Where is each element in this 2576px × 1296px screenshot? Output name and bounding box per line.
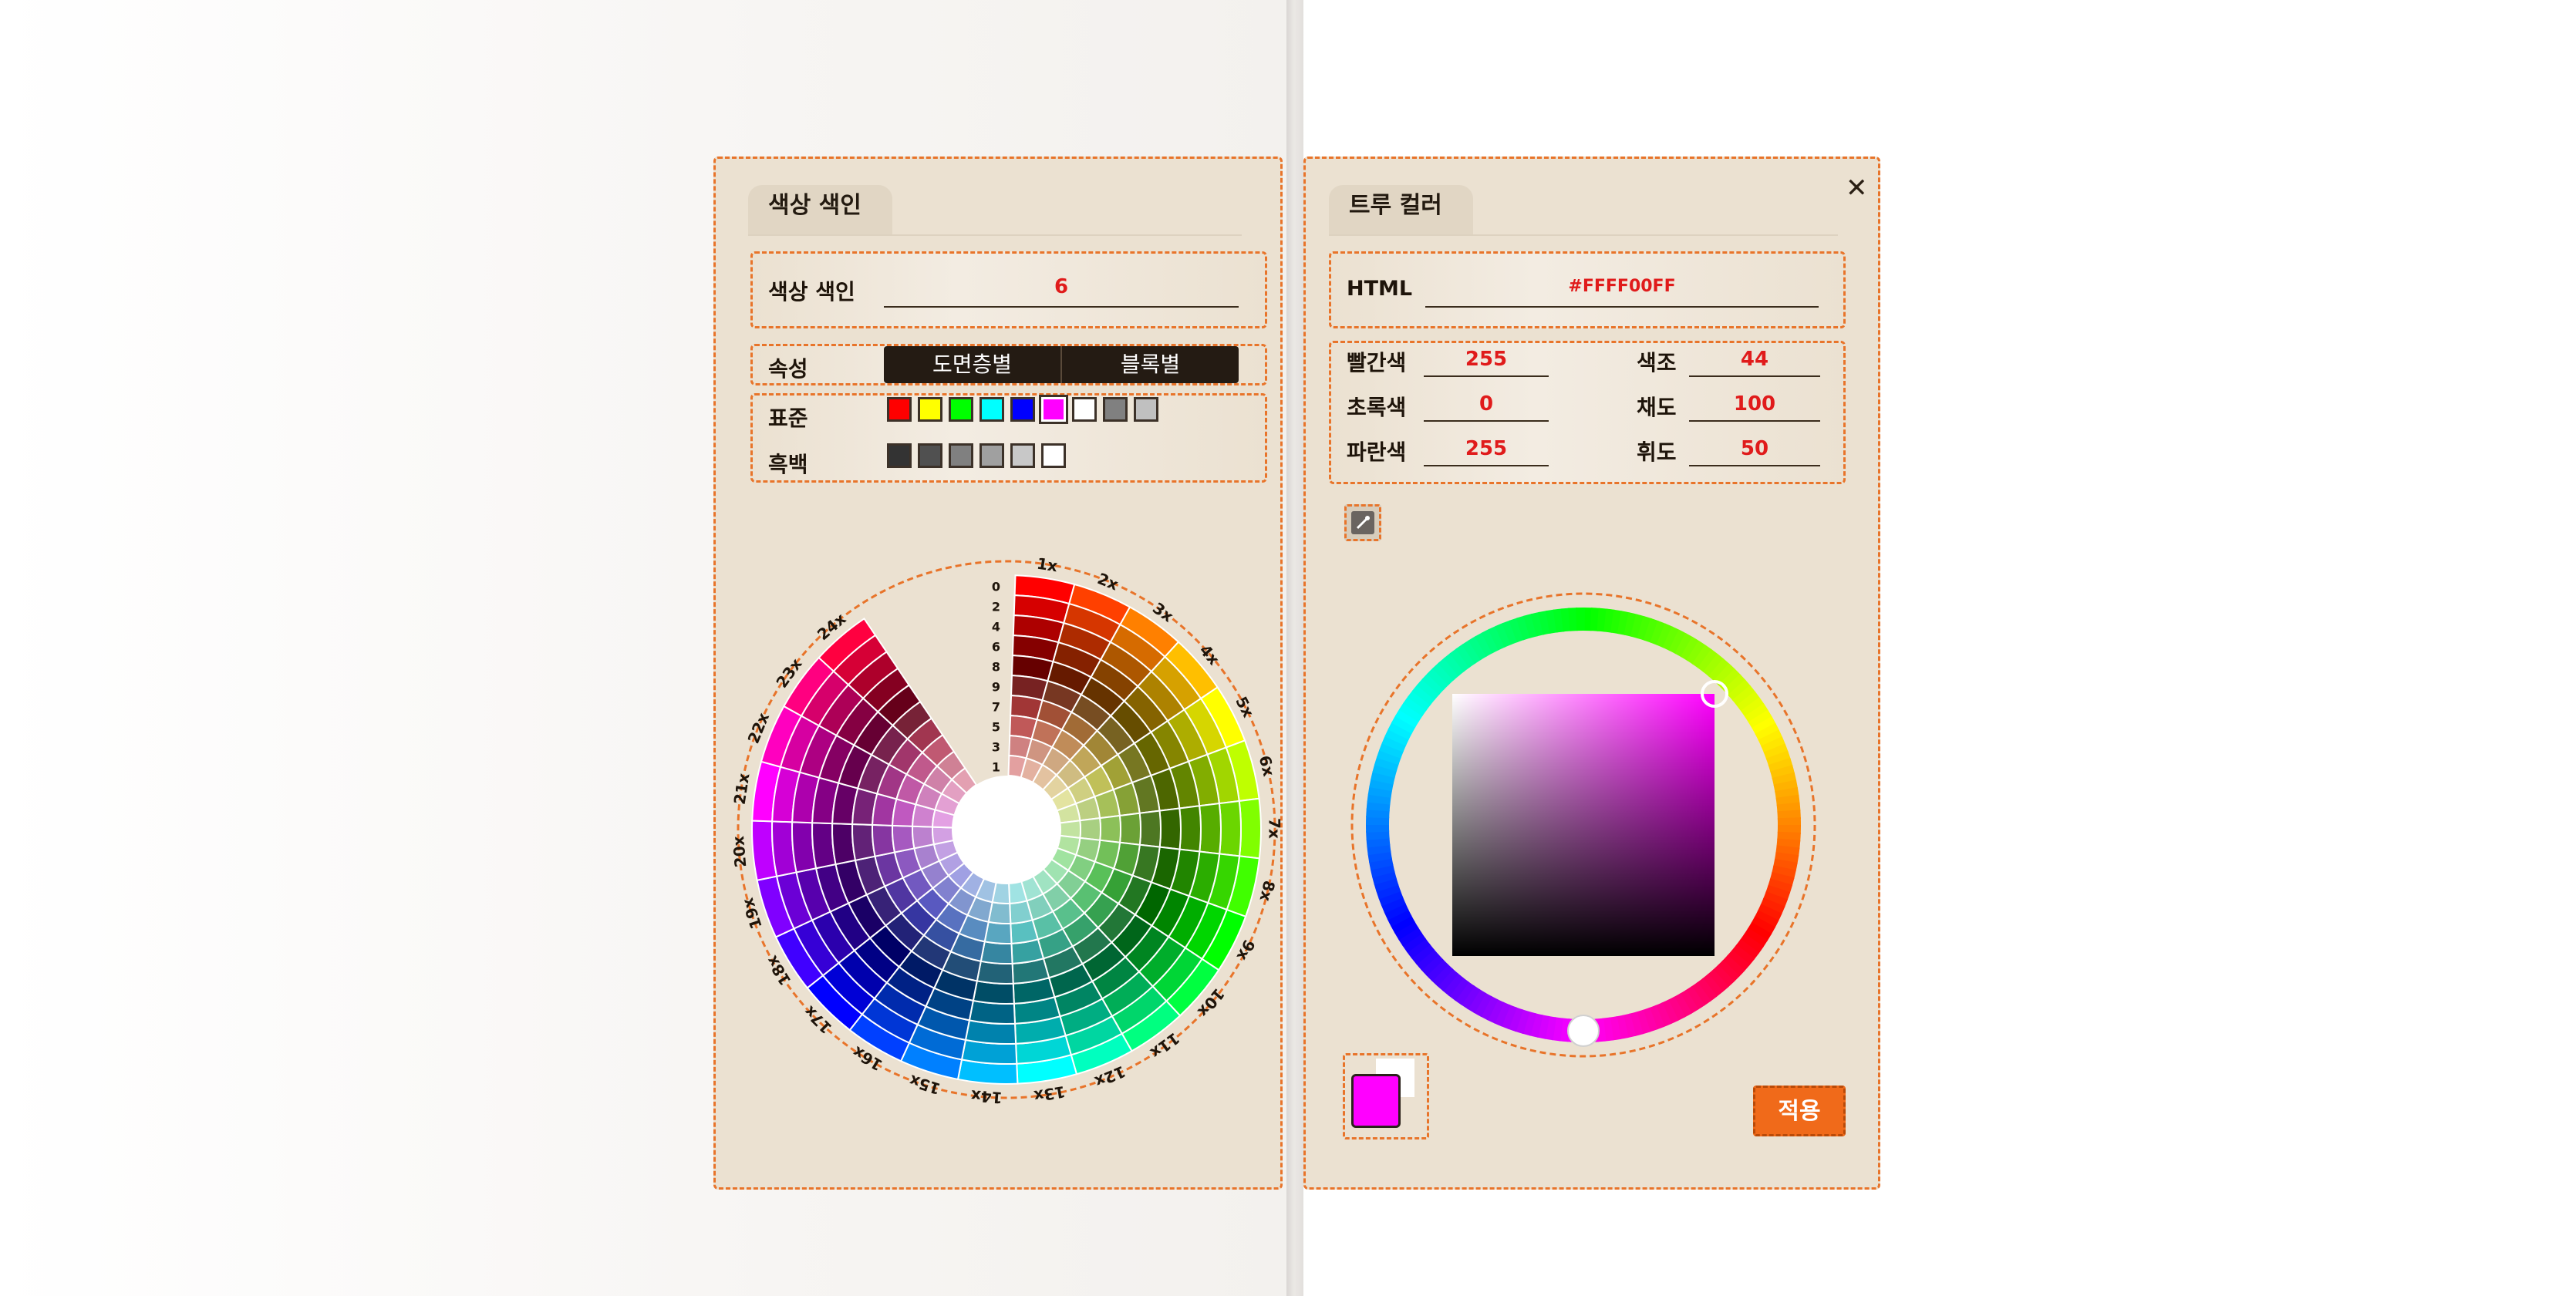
wheel-cell[interactable] (1158, 807, 1182, 850)
background-divider (1286, 0, 1303, 1296)
wheel-shade-label: 4 (992, 620, 1000, 635)
wheel-cell[interactable] (1118, 812, 1141, 846)
wheel-cell[interactable] (1218, 799, 1242, 857)
wheel-cell[interactable] (979, 941, 1013, 964)
wheel-hue-label: 7x (1265, 818, 1283, 839)
hue-ring-segment[interactable] (1576, 608, 1585, 631)
wheel-shade-label: 6 (992, 640, 1000, 655)
wheel-cell[interactable] (1238, 797, 1262, 860)
wheel-cell[interactable] (872, 823, 896, 857)
wheel-cell[interactable] (932, 826, 955, 846)
sv-square-shade (1452, 694, 1715, 956)
wheel-shade-label: 8 (992, 660, 1000, 675)
true-color-picker[interactable] (1306, 159, 1883, 1192)
hue-handle[interactable] (1567, 1015, 1600, 1047)
wheel-cell[interactable] (892, 824, 915, 853)
wheel-shade-label: 7 (992, 700, 1000, 715)
color-wheel[interactable]: 1x2x3x4x5x6x7x8x9x10x11x12x13x14x15x16x1… (716, 159, 1285, 1192)
wheel-center (953, 776, 1060, 884)
wheel-cell[interactable] (1079, 817, 1101, 841)
wheel-hue-label: 1x (1036, 554, 1059, 576)
wheel-hue-label: 20x (729, 835, 750, 868)
wheel-cell[interactable] (1098, 814, 1121, 843)
color-index-panel: 색상 색인 색상 색인 6 속성 도면층별 블록별 표준 흑백 1x 2x 3x 4x… (713, 157, 1285, 1192)
apply-button[interactable]: 적용 (1753, 1086, 1846, 1136)
wheel-cell[interactable] (976, 960, 1014, 985)
wheel-hue-label: 14x (970, 1086, 1003, 1107)
wheel-shade-label: 3 (992, 740, 1000, 755)
wheel-shade-label: 1 (992, 760, 1000, 775)
wheel-shade-label: 2 (992, 600, 1000, 614)
wheel-shade-label: 9 (992, 680, 1000, 695)
color-preview-box (1343, 1053, 1429, 1139)
wheel-cell[interactable] (983, 921, 1013, 944)
wheel-shade-label: 0 (992, 580, 1000, 594)
wheel-shade-label: 5 (992, 720, 1000, 735)
wheel-cell[interactable] (1138, 810, 1162, 848)
wheel-cell[interactable] (912, 825, 936, 850)
current-color-swatch (1351, 1074, 1401, 1128)
true-color-panel: 트루 컬러 ✕ HTML #FFFF00FF 빨간색 255 초록색 0 파란색… (1303, 157, 1880, 1190)
wheel-cell[interactable] (1178, 805, 1202, 853)
wheel-cell[interactable] (1199, 803, 1222, 855)
